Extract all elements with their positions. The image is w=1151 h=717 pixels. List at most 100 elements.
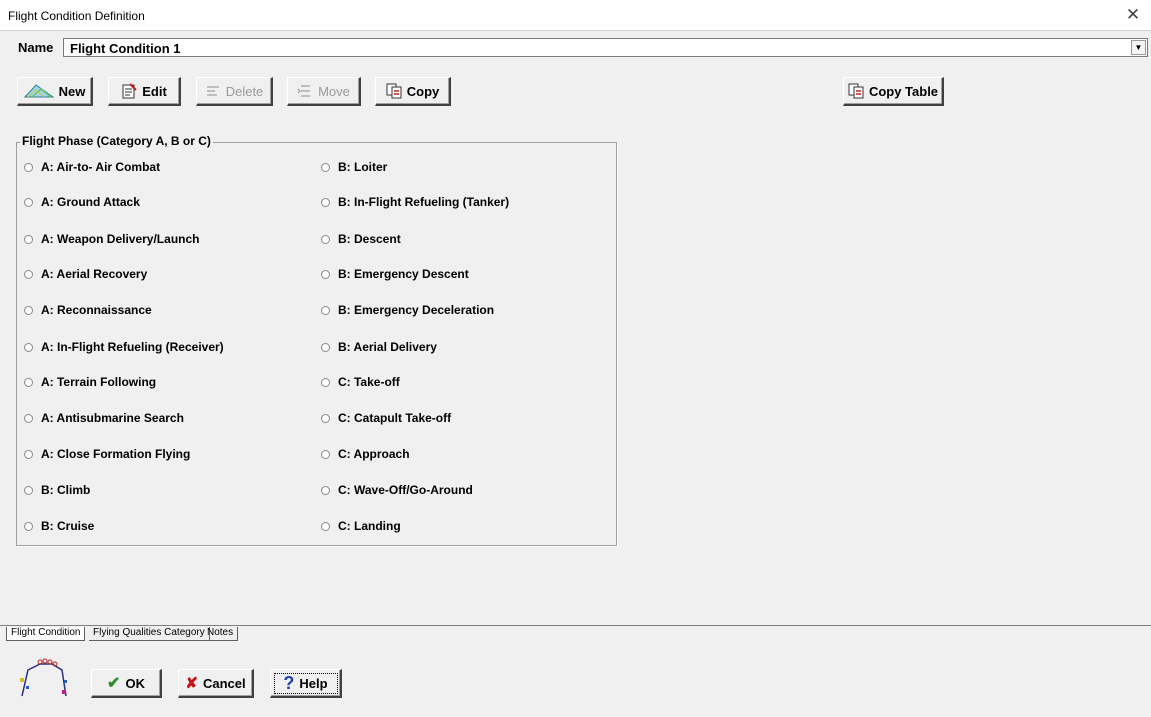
radio-circle-icon[interactable]: [321, 269, 330, 279]
name-label: Name: [18, 40, 54, 55]
radio-option[interactable]: A: Aerial Recovery: [24, 266, 147, 282]
move-button[interactable]: Move: [287, 77, 361, 106]
close-icon[interactable]: ✕: [1121, 3, 1145, 27]
radio-circle-icon[interactable]: [24, 485, 33, 495]
radio-label: C: Landing: [338, 519, 401, 533]
name-select-value: Flight Condition 1: [70, 41, 181, 56]
copy-icon: [386, 83, 402, 99]
radio-option[interactable]: B: Descent: [321, 231, 401, 247]
radio-option[interactable]: A: Terrain Following: [24, 374, 156, 390]
move-button-label: Move: [318, 83, 350, 99]
radio-option[interactable]: C: Approach: [321, 446, 410, 462]
radio-label: B: Descent: [338, 232, 401, 246]
help-button[interactable]: ? Help: [270, 669, 342, 698]
radio-label: A: In-Flight Refueling (Receiver): [41, 340, 224, 354]
flight-phase-group: Flight Phase (Category A, B or C) A: Air…: [16, 134, 617, 546]
tab-strip: Flight Condition Flying Qualities Catego…: [0, 625, 1151, 642]
radio-label: B: Emergency Descent: [338, 267, 469, 281]
radio-label: A: Air-to- Air Combat: [41, 160, 161, 174]
flight-profile-icon: [20, 658, 67, 697]
copy-table-button[interactable]: Copy Table: [843, 77, 944, 106]
radio-option[interactable]: A: Close Formation Flying: [24, 446, 190, 462]
radio-option[interactable]: B: In-Flight Refueling (Tanker): [321, 194, 509, 210]
copy-button[interactable]: Copy: [375, 77, 451, 106]
radio-circle-icon[interactable]: [24, 413, 33, 423]
radio-circle-icon[interactable]: [321, 521, 330, 531]
ok-button-label: OK: [125, 675, 145, 691]
radio-circle-icon[interactable]: [24, 197, 33, 207]
radio-label: A: Antisubmarine Search: [41, 411, 184, 425]
chevron-down-icon[interactable]: ▼: [1131, 40, 1146, 55]
edit-icon: [122, 83, 137, 99]
radio-label: C: Catapult Take-off: [338, 411, 452, 425]
radio-option[interactable]: C: Wave-Off/Go-Around: [321, 482, 473, 498]
window-title: Flight Condition Definition: [8, 9, 145, 23]
radio-circle-icon[interactable]: [321, 342, 330, 352]
radio-circle-icon[interactable]: [24, 342, 33, 352]
radio-circle-icon[interactable]: [321, 377, 330, 387]
radio-label: A: Weapon Delivery/Launch: [41, 232, 200, 246]
delete-icon: [206, 86, 219, 96]
radio-option[interactable]: B: Loiter: [321, 159, 387, 175]
radio-option[interactable]: B: Aerial Delivery: [321, 339, 437, 355]
radio-circle-icon[interactable]: [24, 305, 33, 315]
check-icon: ✔: [107, 675, 121, 692]
radio-circle-icon[interactable]: [24, 269, 33, 279]
radio-label: A: Reconnaissance: [41, 303, 152, 317]
radio-option[interactable]: B: Emergency Deceleration: [321, 302, 494, 318]
copy-table-button-label: Copy Table: [868, 83, 939, 99]
tab-flight-condition[interactable]: Flight Condition: [6, 627, 86, 641]
radio-circle-icon[interactable]: [321, 485, 330, 495]
radio-label: B: Loiter: [338, 160, 388, 174]
delete-button-label: Delete: [225, 83, 264, 99]
radio-circle-icon[interactable]: [321, 449, 330, 459]
radio-option[interactable]: C: Catapult Take-off: [321, 410, 451, 426]
radio-option[interactable]: A: Ground Attack: [24, 194, 140, 210]
radio-option[interactable]: C: Take-off: [321, 374, 400, 390]
copy-icon: [848, 83, 864, 99]
tab-flying-qualities-category[interactable]: Flying Qualities Category: [89, 627, 210, 641]
radio-option[interactable]: A: Air-to- Air Combat: [24, 159, 160, 175]
x-icon: ✘: [185, 675, 198, 692]
radio-circle-icon[interactable]: [321, 197, 330, 207]
radio-option[interactable]: C: Landing: [321, 518, 401, 534]
new-button-label: New: [58, 83, 86, 99]
radio-circle-icon[interactable]: [321, 413, 330, 423]
radio-circle-icon[interactable]: [24, 449, 33, 459]
radio-circle-icon[interactable]: [321, 162, 330, 172]
cancel-button[interactable]: ✘ Cancel: [178, 669, 254, 698]
radio-option[interactable]: A: Reconnaissance: [24, 302, 152, 318]
delete-button[interactable]: Delete: [196, 77, 273, 106]
radio-option[interactable]: B: Emergency Descent: [321, 266, 469, 282]
radio-label: B: In-Flight Refueling (Tanker): [338, 195, 510, 209]
flight-phase-legend: Flight Phase (Category A, B or C): [20, 134, 213, 148]
radio-circle-icon[interactable]: [321, 234, 330, 244]
radio-circle-icon[interactable]: [24, 162, 33, 172]
edit-button[interactable]: Edit: [108, 77, 181, 106]
radio-label: C: Approach: [338, 447, 410, 461]
radio-option[interactable]: A: Antisubmarine Search: [24, 410, 184, 426]
radio-label: B: Emergency Deceleration: [338, 303, 495, 317]
radio-option[interactable]: A: In-Flight Refueling (Receiver): [24, 339, 224, 355]
ok-button[interactable]: ✔ OK: [91, 669, 162, 698]
title-bar: Flight Condition Definition ✕: [0, 0, 1151, 31]
name-select[interactable]: Flight Condition 1 ▼: [63, 38, 1148, 57]
tab-notes[interactable]: Notes: [203, 627, 239, 641]
radio-label: B: Aerial Delivery: [338, 340, 437, 354]
radio-label: B: Cruise: [41, 519, 95, 533]
radio-circle-icon[interactable]: [24, 377, 33, 387]
edit-button-label: Edit: [142, 83, 167, 99]
radio-circle-icon[interactable]: [24, 234, 33, 244]
radio-option[interactable]: B: Climb: [24, 482, 90, 498]
new-button[interactable]: New: [17, 77, 93, 106]
question-icon: ?: [283, 672, 295, 693]
radio-label: A: Close Formation Flying: [41, 447, 191, 461]
radio-circle-icon[interactable]: [321, 305, 330, 315]
copy-button-label: Copy: [406, 83, 440, 99]
move-icon: [297, 85, 311, 97]
radio-option[interactable]: B: Cruise: [24, 518, 94, 534]
radio-label: B: Climb: [41, 483, 91, 497]
radio-option[interactable]: A: Weapon Delivery/Launch: [24, 231, 199, 247]
radio-circle-icon[interactable]: [24, 521, 33, 531]
cancel-button-label: Cancel: [202, 675, 246, 691]
